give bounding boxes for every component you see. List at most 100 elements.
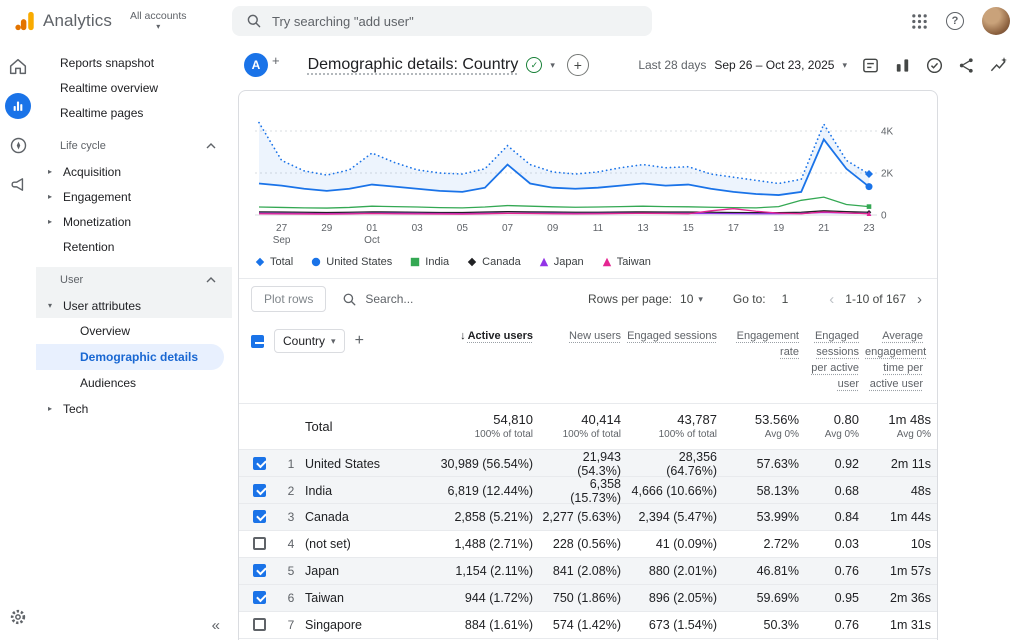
apps-grid-icon[interactable] — [911, 13, 928, 30]
notes-icon[interactable] — [861, 56, 880, 75]
sidebar-item-retention[interactable]: Retention — [36, 234, 232, 259]
x-axis-label: 23 — [863, 223, 875, 234]
row-checkbox[interactable] — [253, 564, 266, 577]
table-controls: Plot rows Rows per page: 10 ▾ — [239, 279, 937, 319]
add-comparison-icon[interactable]: + — [272, 53, 280, 68]
add-dimension-button[interactable]: + — [355, 332, 364, 350]
column-header-active-users[interactable]: ↓Active users — [435, 329, 539, 345]
row-value: 50.3% — [723, 618, 805, 632]
row-value: 1m 31s — [865, 618, 937, 632]
sidebar-item-audiences[interactable]: Audiences — [36, 370, 232, 396]
report-header: A + Demographic details: Country ✓ ▾ + L… — [232, 42, 1024, 88]
go-to-input[interactable]: 1 — [774, 292, 797, 306]
brand[interactable]: Analytics — [0, 9, 112, 33]
global-search[interactable] — [232, 6, 652, 36]
column-header-average-engagement-time-per-active-user[interactable]: Average engagement time per active user — [865, 329, 937, 393]
caret-down-icon: ▾ — [842, 60, 847, 71]
chart-wrap: 02K4K27Sep2901Oct0305070911131517192123 — [239, 91, 937, 254]
insights-icon[interactable] — [989, 56, 1008, 75]
nav-primary-list: Reports snapshotRealtime overviewRealtim… — [36, 50, 232, 125]
search-icon — [246, 13, 262, 29]
rows-per-page-select[interactable]: 10 ▾ — [680, 292, 703, 306]
row-checkbox[interactable] — [253, 457, 266, 470]
sidebar-item-tech[interactable]: ▸Tech — [36, 396, 232, 421]
table-row: 1United States30,989 (56.54%)21,943 (54.… — [239, 450, 937, 477]
series-end-marker-united-states — [866, 183, 873, 190]
date-range-picker[interactable]: Last 28 days Sep 26 – Oct 23, 2025 ▾ — [638, 58, 847, 72]
report-title-dropdown[interactable]: Demographic details: Country ✓ ▾ — [308, 56, 555, 74]
row-checkbox[interactable] — [253, 537, 266, 550]
next-page-button[interactable]: › — [914, 291, 925, 308]
totals-value: 54,810100% of total — [435, 412, 539, 440]
nav-sections: Life cycle▸Acquisition▸Engagement▸Moneti… — [36, 133, 232, 421]
plot-rows-button[interactable]: Plot rows — [251, 286, 326, 312]
column-header-engaged-sessions-per-active-user[interactable]: Engaged sessions per active user — [805, 329, 865, 393]
go-to-label: Go to: — [733, 292, 766, 306]
chevron-up-icon — [206, 277, 216, 283]
row-country: Japan — [303, 564, 435, 578]
share-icon[interactable] — [957, 56, 976, 75]
dimension-select[interactable]: Country ▾ — [274, 329, 345, 353]
x-axis-sublabel: Sep — [273, 235, 291, 246]
row-value: 0.95 — [805, 591, 865, 605]
column-header-engaged-sessions[interactable]: Engaged sessions — [627, 329, 723, 345]
caret-down-icon: ▾ — [698, 294, 703, 305]
account-picker[interactable]: All accounts ▾ — [130, 10, 187, 31]
nav-section-life-cycle[interactable]: Life cycle — [36, 133, 232, 159]
check-circle-icon[interactable] — [925, 56, 944, 75]
row-value: 6,819 (12.44%) — [435, 484, 539, 498]
topbar-right: ? — [911, 7, 1024, 35]
sidebar-item-overview[interactable]: Overview — [36, 318, 232, 344]
series-line-india — [259, 197, 869, 208]
sessions-chart[interactable]: 02K4K27Sep2901Oct0305070911131517192123 — [247, 99, 927, 249]
analytics-app: Analytics All accounts ▾ ? — [0, 0, 1024, 640]
collapse-sidebar-button[interactable]: « — [212, 617, 220, 634]
table-search[interactable] — [342, 292, 475, 307]
sidebar-item-user-attributes[interactable]: ▾User attributes — [36, 293, 232, 318]
row-rank: 7 — [279, 618, 303, 632]
sidebar-item-monetization[interactable]: ▸Monetization — [36, 209, 232, 234]
sidebar-item-acquisition[interactable]: ▸Acquisition — [36, 159, 232, 184]
help-icon[interactable]: ? — [946, 12, 964, 30]
y-axis-label: 0 — [881, 211, 887, 222]
row-checkbox[interactable] — [253, 618, 266, 631]
reports-icon[interactable] — [5, 93, 31, 119]
row-value: 884 (1.61%) — [435, 618, 539, 632]
sidebar-item-engagement[interactable]: ▸Engagement — [36, 184, 232, 209]
x-axis-sublabel: Oct — [364, 235, 380, 246]
column-header-engagement-rate[interactable]: Engagement rate — [723, 329, 805, 361]
row-value: 59.69% — [723, 591, 805, 605]
explore-icon[interactable] — [5, 132, 31, 158]
column-header-new-users[interactable]: New users — [539, 329, 627, 345]
comparison-chip[interactable]: A — [244, 53, 268, 77]
home-icon[interactable] — [5, 54, 31, 80]
legend-marker-icon — [467, 257, 477, 267]
sidebar-item-label: Retention — [63, 240, 114, 254]
select-all-checkbox[interactable] — [251, 335, 264, 348]
row-checkbox[interactable] — [253, 484, 266, 497]
pagination-range: 1-10 of 167 — [845, 292, 906, 306]
add-report-plus-button[interactable]: + — [567, 54, 589, 76]
table-search-input[interactable] — [365, 292, 475, 306]
avatar[interactable] — [982, 7, 1010, 35]
search-input[interactable] — [272, 14, 612, 29]
prev-page-button[interactable]: ‹ — [826, 291, 837, 308]
compare-icon[interactable] — [893, 56, 912, 75]
chevron-down-icon: ▾ — [48, 301, 63, 310]
nav-section-user[interactable]: User — [36, 267, 232, 293]
account-picker-label: All accounts — [130, 10, 187, 22]
row-checkbox[interactable] — [253, 510, 266, 523]
legend-item-united-states: United States — [311, 256, 392, 268]
table-row: 3Canada2,858 (5.21%)2,277 (5.63%)2,394 (… — [239, 504, 937, 531]
legend-label: Taiwan — [617, 256, 651, 268]
totals-value: 0.80Avg 0% — [805, 412, 865, 440]
sidebar-item-demographic-details[interactable]: Demographic details — [36, 344, 224, 370]
row-checkbox[interactable] — [253, 591, 266, 604]
sidebar-item-realtime-overview[interactable]: Realtime overview — [36, 75, 232, 100]
sidebar-item-realtime-pages[interactable]: Realtime pages — [36, 100, 232, 125]
nav-section-text: User — [60, 274, 83, 286]
settings-gear-icon[interactable] — [5, 604, 31, 630]
x-axis-label: 29 — [321, 223, 333, 234]
advertising-icon[interactable] — [5, 171, 31, 197]
sidebar-item-reports-snapshot[interactable]: Reports snapshot — [36, 50, 232, 75]
